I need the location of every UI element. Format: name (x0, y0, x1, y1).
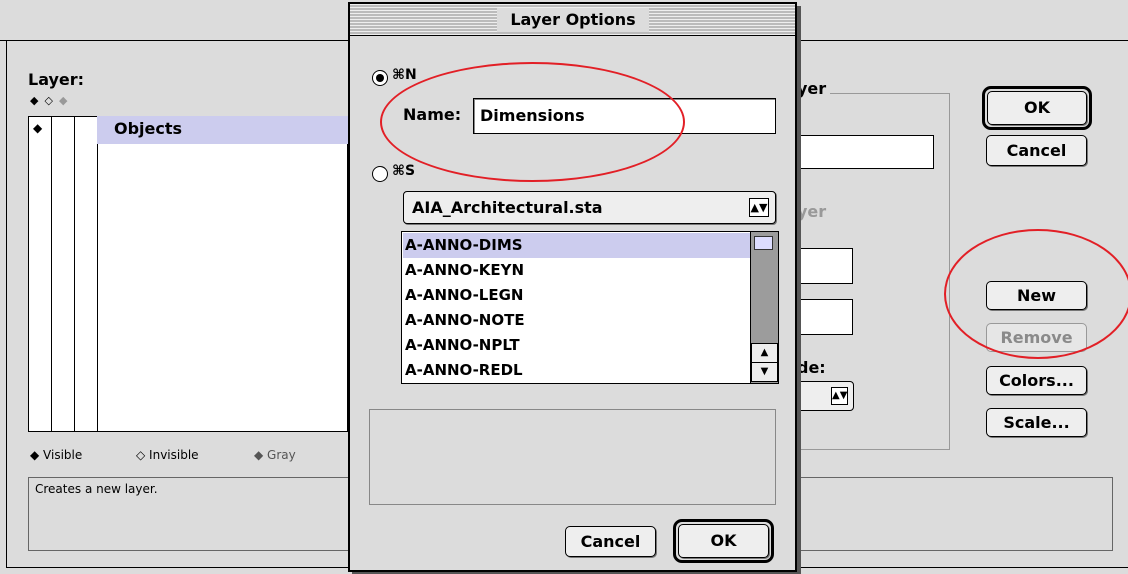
colors-button[interactable]: Colors... (986, 366, 1087, 395)
dialog-ok-button[interactable]: OK (678, 524, 769, 558)
new-layer-option-label: ⌘N (392, 67, 417, 83)
standard-layer-item[interactable]: A-ANNO-DIMS (403, 233, 750, 258)
standards-file-select[interactable]: AIA_Architectural.sta ▲▼ (403, 191, 776, 224)
visibility-header-icons: ◆◇◆ (30, 94, 73, 107)
group-title-fragment: yer (797, 79, 831, 98)
layer-description-box (369, 409, 776, 505)
standard-layer-option-label: ⌘S (392, 163, 416, 179)
invisible-header-icon[interactable]: ◇ (44, 94, 58, 107)
layer-visible-icon[interactable]: ◆ (33, 121, 42, 135)
layer-name-field[interactable] (797, 135, 934, 169)
layer-row-objects[interactable]: Objects (97, 116, 348, 144)
standard-layer-item[interactable]: A-ANNO-LEGN (403, 283, 750, 308)
new-button-highlight-ellipse (944, 229, 1128, 359)
mode-select[interactable]: ▲▼ (797, 381, 854, 411)
mode-select-arrows-icon: ▲▼ (831, 387, 848, 405)
name-field-highlight-ellipse (380, 62, 685, 182)
scroll-thumb[interactable] (754, 236, 773, 250)
legend-invisible: ◇ Invisible (136, 448, 199, 462)
new-layer-radio[interactable] (372, 70, 388, 86)
standard-layer-item[interactable]: A-ANNO-NPLT (403, 333, 750, 358)
field-a[interactable] (797, 248, 853, 284)
ok-button[interactable]: OK (987, 91, 1087, 125)
standard-layer-radio[interactable] (372, 166, 388, 182)
select-arrows-icon: ▲▼ (749, 198, 769, 217)
field-b[interactable] (797, 299, 853, 335)
standard-layer-list[interactable]: A-ANNO-DIMS A-ANNO-KEYN A-ANNO-LEGN A-AN… (401, 231, 779, 384)
cancel-button[interactable]: Cancel (986, 135, 1087, 166)
dialog-cancel-button[interactable]: Cancel (565, 526, 656, 557)
dim-label-fragment: yer (797, 202, 827, 221)
standards-file-value: AIA_Architectural.sta (412, 198, 603, 217)
legend-visible: ◆ Visible (30, 448, 83, 462)
legend-gray: ◆ Gray (254, 448, 296, 462)
layer-label: Layer: (28, 70, 85, 89)
dialog-titlebar[interactable]: Layer Options (350, 4, 795, 36)
scale-button[interactable]: Scale... (986, 408, 1087, 437)
standard-layer-item[interactable]: A-ANNO-NOTE (403, 308, 750, 333)
scroll-down-icon[interactable]: ▼ (751, 362, 778, 382)
dialog-title: Layer Options (497, 8, 649, 32)
visible-header-icon[interactable]: ◆ (30, 94, 44, 107)
mode-label-fragment: de: (797, 358, 826, 377)
layer-list[interactable] (28, 116, 348, 432)
standard-list-scrollbar[interactable]: ▲ ▼ (750, 232, 778, 383)
layer-name: Objects (114, 119, 183, 138)
gray-header-icon[interactable]: ◆ (59, 94, 73, 107)
standard-layer-item[interactable]: A-ANNO-KEYN (403, 258, 750, 283)
scroll-up-icon[interactable]: ▲ (751, 343, 778, 363)
standard-layer-item[interactable]: A-ANNO-REDL (403, 358, 750, 383)
